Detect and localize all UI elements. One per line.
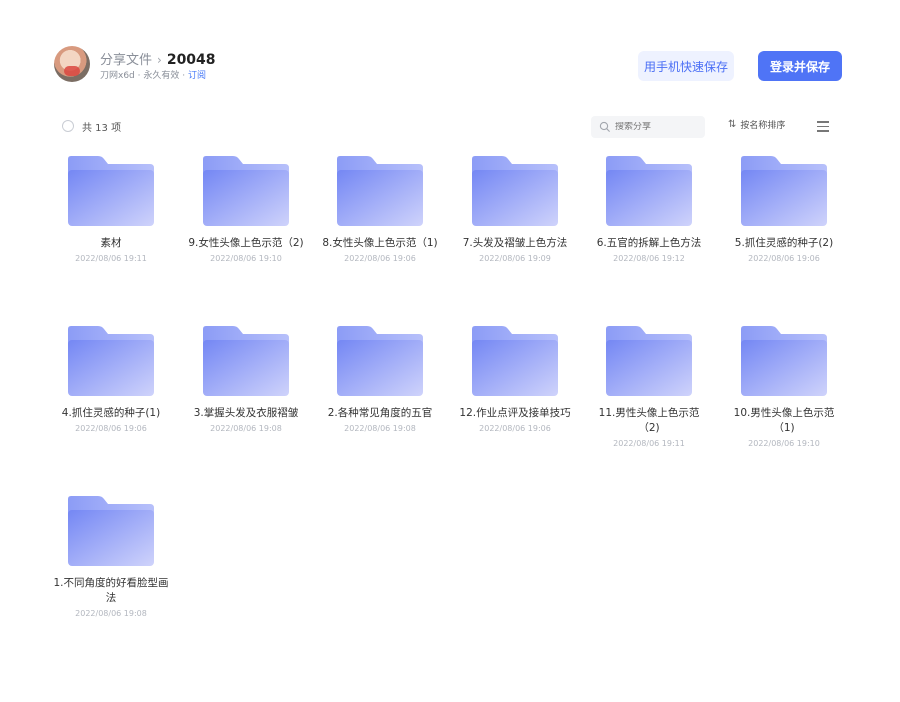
file-item[interactable]: 8.女性头像上色示范（1) 2022/08/06 19:06 xyxy=(318,156,442,263)
file-name[interactable]: 素材 xyxy=(49,236,173,251)
owner-name: 刀网x6d xyxy=(100,71,135,81)
folder-icon xyxy=(337,156,423,226)
file-name[interactable]: 6.五官的拆解上色方法 xyxy=(587,236,711,251)
file-date: 2022/08/06 19:09 xyxy=(479,254,551,263)
login-save-button[interactable]: 登录并保存 xyxy=(758,51,842,81)
folder-icon xyxy=(741,156,827,226)
file-name[interactable]: 9.女性头像上色示范（2) xyxy=(184,236,308,251)
file-date: 2022/08/06 19:08 xyxy=(344,424,416,433)
file-date: 2022/08/06 19:10 xyxy=(748,439,820,448)
file-date: 2022/08/06 19:08 xyxy=(75,609,147,618)
list-view-icon[interactable] xyxy=(814,118,832,134)
file-date: 2022/08/06 19:06 xyxy=(75,424,147,433)
avatar[interactable] xyxy=(54,46,90,82)
file-item[interactable]: 1.不同角度的好看脸型画法 2022/08/06 19:08 xyxy=(49,496,173,618)
file-item[interactable]: 6.五官的拆解上色方法 2022/08/06 19:12 xyxy=(587,156,711,263)
file-item[interactable]: 3.掌握头发及衣服褶皱 2022/08/06 19:08 xyxy=(184,326,308,433)
folder-icon xyxy=(606,326,692,396)
file-name[interactable]: 11.男性头像上色示范（2) xyxy=(587,406,711,436)
file-name[interactable]: 8.女性头像上色示范（1) xyxy=(318,236,442,251)
file-date: 2022/08/06 19:06 xyxy=(748,254,820,263)
sort-button[interactable]: ⇅ 按名称排序 xyxy=(728,118,785,131)
sort-label: 按名称排序 xyxy=(740,121,786,131)
file-item[interactable]: 2.各种常见角度的五官 2022/08/06 19:08 xyxy=(318,326,442,433)
search-icon xyxy=(599,121,610,132)
file-name[interactable]: 5.抓住灵感的种子(2) xyxy=(722,236,846,251)
file-item[interactable]: 12.作业点评及接单技巧 2022/08/06 19:06 xyxy=(453,326,577,433)
search-input[interactable] xyxy=(615,122,695,132)
folder-icon xyxy=(741,326,827,396)
folder-icon xyxy=(337,326,423,396)
file-name[interactable]: 3.掌握头发及衣服褶皱 xyxy=(184,406,308,421)
file-date: 2022/08/06 19:06 xyxy=(479,424,551,433)
file-item[interactable]: 10.男性头像上色示范（1) 2022/08/06 19:10 xyxy=(722,326,846,448)
file-date: 2022/08/06 19:11 xyxy=(613,439,685,448)
file-date: 2022/08/06 19:06 xyxy=(344,254,416,263)
search-box[interactable] xyxy=(591,116,705,138)
folder-icon xyxy=(203,156,289,226)
file-name[interactable]: 12.作业点评及接单技巧 xyxy=(453,406,577,421)
sort-icon: ⇅ xyxy=(728,119,737,130)
share-header: 分享文件 › 20048 刀网x6d · 永久有效 · 订阅 用手机快速保存 登录并… xyxy=(54,46,844,86)
file-date: 2022/08/06 19:12 xyxy=(613,254,685,263)
file-item[interactable]: 7.头发及褶皱上色方法 2022/08/06 19:09 xyxy=(453,156,577,263)
folder-icon xyxy=(68,496,154,566)
share-meta: 刀网x6d · 永久有效 · 订阅 xyxy=(100,68,206,81)
folder-icon xyxy=(472,156,558,226)
share-title: 分享文件 › 20048 xyxy=(100,49,216,68)
file-name[interactable]: 2.各种常见角度的五官 xyxy=(318,406,442,421)
validity-text: · 永久有效 · xyxy=(137,71,186,81)
file-name[interactable]: 10.男性头像上色示范（1) xyxy=(722,406,846,436)
file-toolbar: 共 13 项 ⇅ 按名称排序 xyxy=(62,116,832,138)
file-date: 2022/08/06 19:10 xyxy=(210,254,282,263)
folder-icon xyxy=(472,326,558,396)
file-name[interactable]: 4.抓住灵感的种子(1) xyxy=(49,406,173,421)
folder-icon xyxy=(68,156,154,226)
folder-icon xyxy=(203,326,289,396)
file-name[interactable]: 7.头发及褶皱上色方法 xyxy=(453,236,577,251)
file-date: 2022/08/06 19:11 xyxy=(75,254,147,263)
file-item[interactable]: 5.抓住灵感的种子(2) 2022/08/06 19:06 xyxy=(722,156,846,263)
file-name[interactable]: 1.不同角度的好看脸型画法 xyxy=(49,576,173,606)
subscribe-link[interactable]: 订阅 xyxy=(188,71,206,81)
file-item[interactable]: 4.抓住灵感的种子(1) 2022/08/06 19:06 xyxy=(49,326,173,433)
item-count: 共 13 项 xyxy=(82,123,122,134)
file-date: 2022/08/06 19:08 xyxy=(210,424,282,433)
select-all-checkbox[interactable] xyxy=(62,120,74,132)
share-code: 20048 xyxy=(166,52,216,68)
folder-icon xyxy=(606,156,692,226)
file-item[interactable]: 素材 2022/08/06 19:11 xyxy=(49,156,173,263)
file-item[interactable]: 11.男性头像上色示范（2) 2022/08/06 19:11 xyxy=(587,326,711,448)
phone-save-button[interactable]: 用手机快速保存 xyxy=(638,51,734,81)
folder-icon xyxy=(68,326,154,396)
file-item[interactable]: 9.女性头像上色示范（2) 2022/08/06 19:10 xyxy=(184,156,308,263)
breadcrumb-separator-icon: › xyxy=(157,53,162,67)
breadcrumb[interactable]: 分享文件 xyxy=(100,53,152,68)
